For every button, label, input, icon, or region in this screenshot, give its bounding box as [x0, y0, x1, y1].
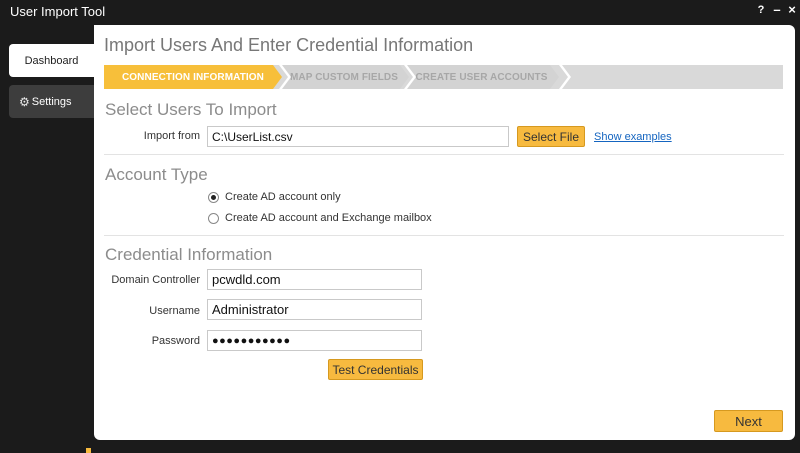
gear-icon: ⚙ [19, 94, 30, 109]
step-create-user-accounts: CREATE USER ACCOUNTS [404, 65, 559, 89]
select-file-button[interactable]: Select File [517, 126, 585, 147]
nav-tab-dashboard-label: Dashboard [24, 54, 79, 67]
step-connection-information: CONNECTION INFORMATION [104, 65, 282, 89]
divider [104, 154, 784, 155]
show-examples-link[interactable]: Show examples [594, 131, 672, 143]
username-field[interactable]: Administrator [207, 299, 422, 320]
radio-button[interactable] [208, 191, 219, 203]
app-title: User Import Tool [10, 4, 106, 19]
section-title-account-type: Account Type [105, 165, 208, 184]
radio-label: Create AD account and Exchange mailbox [225, 212, 432, 224]
radio-button[interactable] [208, 212, 219, 224]
password-field[interactable]: ●●●●●●●●●●● [207, 330, 422, 351]
test-credentials-button[interactable]: Test Credentials [328, 359, 423, 380]
import-from-field[interactable]: C:\UserList.csv [207, 126, 509, 147]
minimize-icon[interactable]: – [770, 1, 784, 19]
title-bar: User Import Tool ? – × [0, 0, 800, 22]
main-panel: Import Users And Enter Credential Inform… [94, 25, 795, 440]
wizard-steps: MAP CUSTOM FIELDS CREATE USER ACCOUNTS C… [104, 65, 783, 89]
section-title-credential-information: Credential Information [105, 245, 273, 264]
radio-ad-only[interactable]: Create AD account only [208, 191, 341, 203]
radio-label: Create AD account only [225, 191, 341, 203]
accent-marker [86, 448, 91, 453]
radio-ad-and-exchange[interactable]: Create AD account and Exchange mailbox [208, 212, 432, 224]
divider [104, 235, 784, 236]
domain-controller-field[interactable]: pcwdld.com [207, 269, 422, 290]
import-from-label: Import from [143, 130, 200, 142]
nav-tab-settings[interactable]: ⚙ Settings [9, 85, 94, 118]
section-title-select-users: Select Users To Import [105, 100, 277, 119]
page-title: Import Users And Enter Credential Inform… [104, 35, 474, 55]
username-label: Username [149, 305, 200, 317]
password-label: Password [151, 335, 200, 347]
help-icon[interactable]: ? [754, 1, 768, 19]
step-map-custom-fields: MAP CUSTOM FIELDS [279, 65, 409, 89]
nav-tab-settings-label: Settings [31, 95, 72, 108]
domain-controller-label: Domain Controller [111, 274, 200, 286]
nav-tab-dashboard[interactable]: Dashboard [9, 44, 94, 77]
close-icon[interactable]: × [785, 1, 799, 19]
step-separator [559, 65, 571, 89]
next-button[interactable]: Next [714, 410, 783, 432]
